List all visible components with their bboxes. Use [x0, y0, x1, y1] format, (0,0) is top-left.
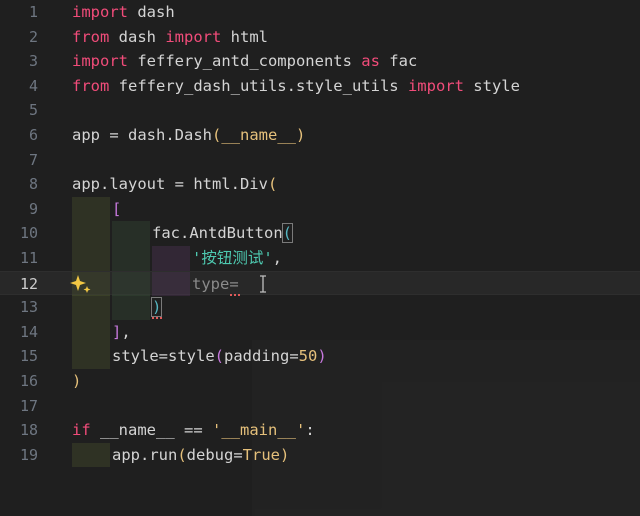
line-number: 7	[28, 150, 38, 169]
line-number: 1	[28, 3, 38, 21]
line-number: 18	[19, 421, 38, 440]
line-code: app.run(debug=True)	[112, 445, 290, 464]
line-number: 11	[19, 249, 38, 267]
indent-guide	[112, 246, 150, 271]
indent-guide	[72, 295, 110, 320]
line-number: 12	[19, 274, 38, 293]
line-number: 14	[19, 322, 38, 341]
code-line-17[interactable]: 17	[0, 394, 640, 419]
line-number: 19	[19, 445, 38, 464]
indent-guide	[72, 344, 110, 369]
line-code: '按钮测试',	[192, 249, 283, 267]
text-cursor-icon	[258, 274, 268, 293]
line-number: 6	[28, 126, 38, 144]
line-number: 10	[19, 224, 38, 243]
line-code: fac.AntdButton(	[152, 223, 294, 244]
code-line-14[interactable]: 14 ],	[0, 319, 640, 345]
code-editor[interactable]: 1 import dash 2 from dash import html 3 …	[0, 0, 640, 516]
line-number: 3	[28, 52, 38, 71]
line-code: style=style(padding=50)	[112, 347, 327, 366]
code-line-10[interactable]: 10 fac.AntdButton(	[0, 221, 640, 246]
line-code: import feffery_antd_components as fac	[72, 52, 418, 71]
code-line-7[interactable]: 7	[0, 148, 640, 173]
indent-guide	[112, 221, 150, 246]
line-code: from dash import html	[72, 27, 268, 46]
code-line-18[interactable]: 18 if __name__ == '__main__':	[0, 418, 640, 443]
code-line-6[interactable]: 6 app = dash.Dash(__name__)	[0, 123, 640, 148]
line-number: 16	[19, 372, 38, 390]
line-number: 13	[19, 298, 38, 317]
indent-guide	[152, 246, 190, 271]
line-number: 9	[28, 199, 38, 218]
code-line-4[interactable]: 4 from feffery_dash_utils.style_utils im…	[0, 74, 640, 99]
indent-guide	[152, 271, 190, 297]
indent-guide	[72, 196, 110, 222]
line-number: 8	[28, 175, 38, 194]
code-line-9[interactable]: 9 [	[0, 196, 640, 222]
code-line-11[interactable]: 11 '按钮测试',	[0, 246, 640, 271]
line-number: 2	[28, 27, 38, 46]
indent-guide	[112, 271, 150, 297]
code-line-2[interactable]: 2 from dash import html	[0, 25, 640, 50]
line-number: 17	[19, 396, 38, 415]
indent-guide	[72, 319, 110, 345]
code-line-12-current[interactable]: 12 type=	[0, 270, 640, 297]
line-code: ],	[112, 322, 131, 341]
line-code: if __name__ == '__main__':	[72, 421, 315, 440]
line-code: [	[112, 199, 122, 218]
code-line-16[interactable]: 16 )	[0, 369, 640, 394]
code-line-15[interactable]: 15 style=style(padding=50)	[0, 344, 640, 369]
error-squiggle	[152, 313, 162, 320]
line-number: 4	[28, 76, 38, 95]
indent-guide	[72, 246, 110, 271]
code-line-1[interactable]: 1 import dash	[0, 0, 640, 25]
line-number: 5	[28, 101, 38, 120]
line-code: from feffery_dash_utils.style_utils impo…	[72, 76, 520, 95]
code-line-3[interactable]: 3 import feffery_antd_components as fac	[0, 49, 640, 74]
line-code: app.layout = html.Div(	[72, 175, 278, 194]
code-line-13[interactable]: 13 )	[0, 295, 640, 320]
code-line-19[interactable]: 19 app.run(debug=True)	[0, 442, 640, 468]
line-number: 15	[19, 347, 38, 366]
indent-guide	[72, 221, 110, 246]
indent-guide	[72, 442, 110, 468]
code-line-5[interactable]: 5	[0, 98, 640, 123]
indent-guide	[112, 295, 150, 320]
line-code: )	[72, 372, 82, 390]
line-code: app = dash.Dash(__name__)	[72, 126, 306, 144]
line-code: import dash	[72, 3, 175, 21]
code-line-8[interactable]: 8 app.layout = html.Div(	[0, 172, 640, 197]
